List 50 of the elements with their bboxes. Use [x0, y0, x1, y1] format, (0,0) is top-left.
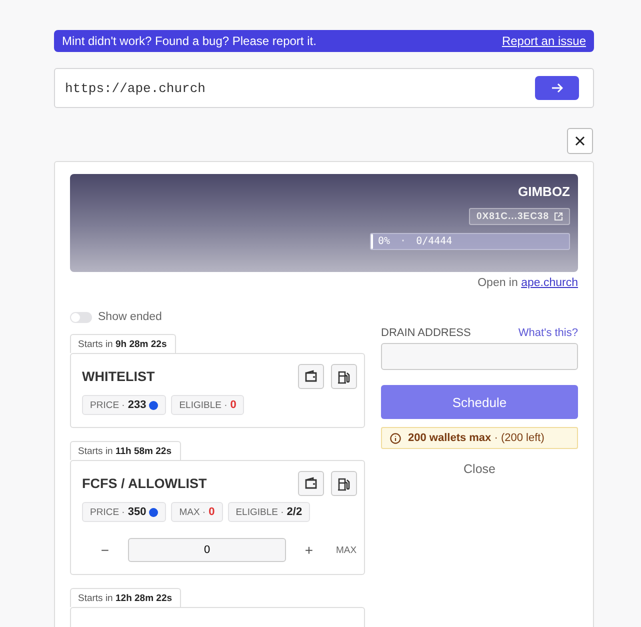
- decrease-button[interactable]: −: [82, 542, 128, 558]
- report-issue-link[interactable]: Report an issue: [502, 34, 586, 48]
- url-field[interactable]: https://ape.church: [63, 80, 527, 96]
- stat-label: MAX ·: [179, 506, 206, 518]
- stat-label: ELIGIBLE ·: [236, 506, 284, 518]
- gas-button[interactable]: [331, 364, 357, 389]
- info-icon: [390, 432, 401, 444]
- wallet-button[interactable]: [298, 471, 324, 496]
- banner-message: Mint didn't work? Found a bug? Please report it.: [62, 34, 316, 48]
- stat-value: 0: [208, 506, 215, 518]
- phase-title: FCFS / ALLOWLIST: [82, 476, 207, 491]
- schedule-button[interactable]: Schedule: [381, 385, 578, 419]
- show-ended-label: Show ended: [98, 311, 162, 323]
- stat-label: PRICE ·: [90, 506, 125, 518]
- stat-value: 350: [128, 506, 146, 518]
- quantity-field[interactable]: 0: [128, 538, 286, 562]
- arrow-right-icon: [551, 83, 563, 93]
- wallet-icon: [304, 370, 318, 383]
- fuel-pump-icon: [337, 476, 351, 490]
- url-bar[interactable]: https://ape.church: [54, 68, 594, 108]
- show-ended-toggle[interactable]: [70, 312, 92, 322]
- external-link-icon: [554, 212, 563, 221]
- coin-icon: [149, 508, 158, 516]
- increase-button[interactable]: +: [286, 542, 332, 558]
- gas-button[interactable]: [331, 471, 357, 496]
- go-button[interactable]: [535, 76, 579, 100]
- open-in-label: Open in: [478, 277, 518, 289]
- whats-this-link[interactable]: What's this?: [518, 327, 578, 339]
- separator-dot: ·: [400, 236, 406, 247]
- phase-title: WHITELIST: [82, 369, 155, 384]
- wallet-button[interactable]: [298, 364, 324, 389]
- max-button[interactable]: MAX: [332, 544, 357, 556]
- close-link[interactable]: Close: [458, 461, 502, 477]
- wallet-icon: [304, 477, 318, 490]
- close-button[interactable]: [567, 128, 593, 154]
- fuel-pump-icon: [337, 370, 351, 384]
- stat-value: 0: [230, 399, 236, 411]
- drain-address-label: DRAIN ADDRESS: [381, 327, 471, 339]
- stat-label: PRICE ·: [90, 400, 125, 410]
- wallet-limit-text: 200 wallets max · (200 left): [408, 432, 544, 444]
- progress-percent: 0%: [378, 236, 390, 247]
- collection-name: GIMBOZ: [518, 184, 570, 199]
- close-icon: [575, 136, 585, 146]
- ape-church-link[interactable]: ape.church: [521, 277, 578, 289]
- coin-icon: [149, 400, 158, 410]
- drain-address-field[interactable]: [381, 343, 578, 370]
- stat-label: ELIGIBLE ·: [179, 400, 228, 410]
- progress-count: 0/4444: [416, 236, 452, 247]
- stat-value: 233: [128, 399, 146, 411]
- stat-value: 2/2: [286, 506, 302, 518]
